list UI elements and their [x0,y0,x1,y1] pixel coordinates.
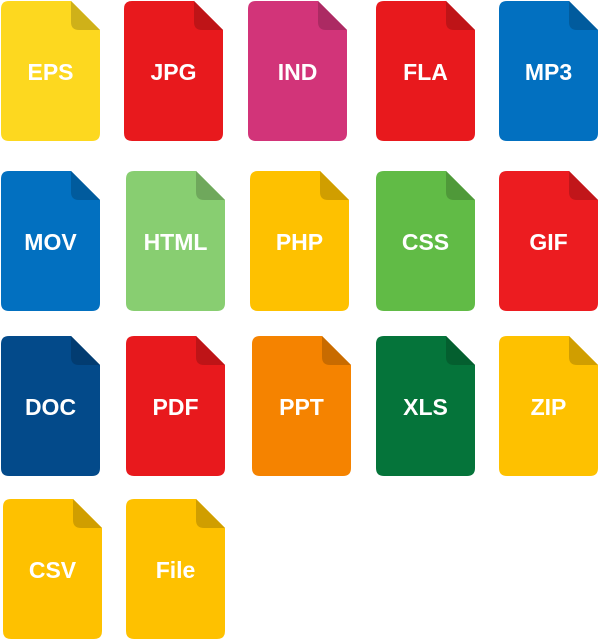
csv-file-label: CSV [28,557,77,583]
ind-file-icon: IND [248,1,347,141]
mov-file-label: MOV [24,229,77,255]
generic-file-label: File [155,557,196,583]
zip-file-icon: ZIP [499,336,598,476]
html-file-icon: HTML [126,171,225,311]
generic-file-icon: File [126,499,225,639]
pdf-file-label: PDF [152,394,199,420]
xls-file-label: XLS [403,394,448,420]
mp3-file-icon: MP3 [499,1,598,141]
xls-file-icon: XLS [376,336,475,476]
gif-file-label: GIF [529,229,568,255]
css-file-icon: CSS [376,171,475,311]
eps-file-label: EPS [27,59,74,85]
csv-file-icon: CSV [3,499,102,639]
jpg-file-icon: JPG [124,1,223,141]
doc-file-icon: DOC [1,336,100,476]
html-file-label: HTML [143,229,208,255]
fla-file-label: FLA [403,59,448,85]
file-type-icon-grid: EPS JPG IND FLA MP3 MOV HTML PHP CSS GIF… [0,0,598,639]
ppt-file-label: PPT [279,394,324,420]
ind-file-label: IND [277,59,318,85]
fla-file-icon: FLA [376,1,475,141]
mov-file-icon: MOV [1,171,100,311]
pdf-file-icon: PDF [126,336,225,476]
eps-file-icon: EPS [1,1,100,141]
doc-file-label: DOC [24,394,77,420]
css-file-label: CSS [401,229,450,255]
gif-file-icon: GIF [499,171,598,311]
zip-file-label: ZIP [530,394,567,420]
php-file-label: PHP [275,229,324,255]
php-file-icon: PHP [250,171,349,311]
ppt-file-icon: PPT [252,336,351,476]
jpg-file-label: JPG [150,59,197,85]
mp3-file-label: MP3 [524,59,573,85]
